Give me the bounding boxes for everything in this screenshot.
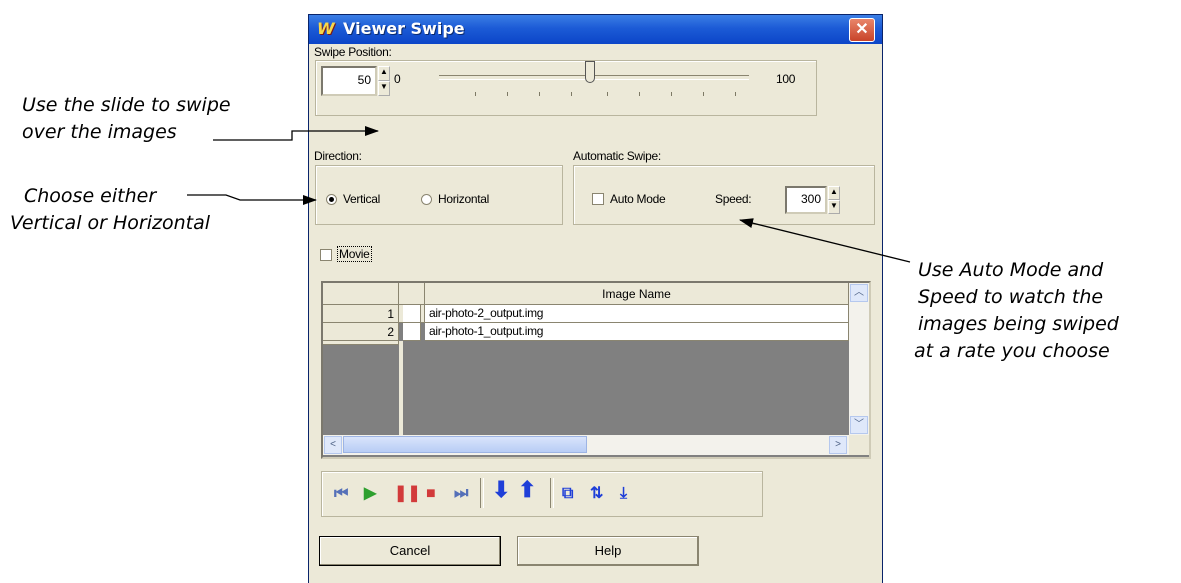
callout-arrows xyxy=(187,126,911,263)
auto-callout-arrow xyxy=(739,218,911,263)
slide-callout-arrow xyxy=(213,126,379,141)
direction-callout-arrow xyxy=(187,194,317,205)
